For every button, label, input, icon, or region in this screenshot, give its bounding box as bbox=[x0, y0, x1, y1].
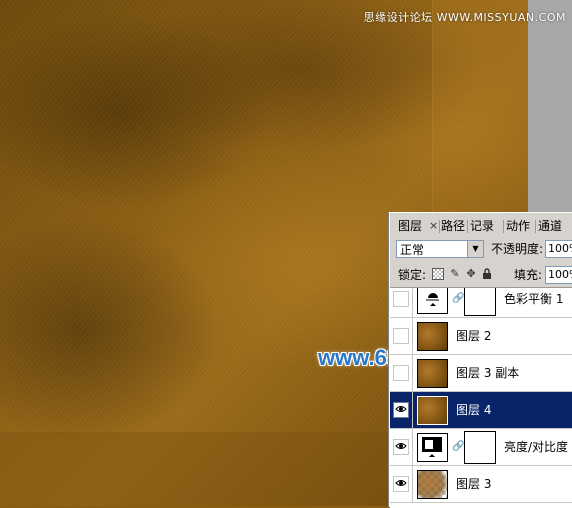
tab-paths[interactable]: 路径 bbox=[441, 217, 465, 235]
eye-icon bbox=[395, 443, 407, 449]
link-icon[interactable]: 🔗 bbox=[452, 441, 464, 452]
layers-panel: 图层 × 路径 记录 动作 通道 正常 ▼ 不透明度: 100% 锁定: ✎ ✥… bbox=[389, 212, 572, 508]
tab-divider bbox=[439, 220, 440, 233]
blend-opacity-row: 正常 ▼ 不透明度: 100% bbox=[394, 239, 572, 261]
layer-row-color-balance[interactable]: 🔗 色彩平衡 1 bbox=[390, 288, 572, 318]
eye-icon bbox=[395, 480, 407, 486]
layer-name: 亮度/对比度 bbox=[504, 440, 569, 454]
layer-row-layer-3-copy[interactable]: 图层 3 副本 bbox=[390, 355, 572, 392]
color-balance-icon bbox=[417, 288, 448, 314]
tab-divider bbox=[535, 220, 536, 233]
row-divider bbox=[412, 429, 413, 466]
row-divider bbox=[412, 288, 413, 318]
tab-layers[interactable]: 图层 bbox=[398, 217, 423, 235]
layer-row-layer-3[interactable]: 图层 3 bbox=[390, 466, 572, 503]
visibility-toggle[interactable] bbox=[393, 328, 409, 344]
layer-row-layer-2[interactable]: 图层 2 bbox=[390, 318, 572, 355]
visibility-toggle[interactable] bbox=[393, 402, 409, 418]
visibility-toggle[interactable] bbox=[393, 365, 409, 381]
layer-mask-thumbnail[interactable] bbox=[464, 288, 496, 316]
tab-history[interactable]: 记录 bbox=[470, 217, 494, 235]
layer-name: 色彩平衡 1 bbox=[504, 292, 564, 306]
layer-name: 图层 2 bbox=[456, 329, 492, 343]
lock-all-icon[interactable] bbox=[481, 268, 493, 280]
eye-icon bbox=[395, 406, 407, 412]
tab-actions[interactable]: 动作 bbox=[506, 217, 530, 235]
layer-thumbnail bbox=[417, 359, 448, 388]
layer-thumbnail bbox=[417, 396, 448, 425]
fill-input[interactable]: 100% bbox=[545, 266, 572, 284]
brightness-contrast-icon bbox=[417, 433, 448, 462]
panel-tabs: 图层 × 路径 记录 动作 通道 bbox=[390, 217, 572, 235]
layer-list: 🔗 色彩平衡 1 图层 2 图层 3 副本 图层 4 🔗 亮度/对比度 图层 3 bbox=[390, 287, 572, 508]
blend-mode-select[interactable]: 正常 ▼ bbox=[396, 240, 484, 258]
layer-mask-thumbnail[interactable] bbox=[464, 431, 496, 464]
row-divider bbox=[412, 355, 413, 392]
site-watermark: 思缘设计论坛 WWW.MISSYUAN.COM bbox=[363, 11, 566, 24]
fill-label: 填充: bbox=[514, 268, 543, 282]
lock-position-icon[interactable]: ✥ bbox=[465, 268, 477, 280]
tab-channels[interactable]: 通道 bbox=[538, 217, 562, 235]
opacity-label: 不透明度: bbox=[491, 242, 544, 256]
close-icon[interactable]: × bbox=[429, 217, 438, 235]
lock-image-icon[interactable]: ✎ bbox=[449, 268, 461, 280]
layer-row-brightness-contrast[interactable]: 🔗 亮度/对比度 bbox=[390, 429, 572, 466]
workspace-background bbox=[528, 0, 572, 212]
lock-label: 锁定: bbox=[398, 268, 427, 282]
visibility-toggle[interactable] bbox=[393, 439, 409, 455]
opacity-input[interactable]: 100% bbox=[545, 240, 572, 258]
blend-mode-value: 正常 bbox=[400, 243, 425, 257]
visibility-toggle[interactable] bbox=[393, 291, 409, 307]
layer-name: 图层 3 副本 bbox=[456, 366, 520, 380]
tab-divider bbox=[503, 220, 504, 233]
visibility-toggle[interactable] bbox=[393, 476, 409, 492]
row-divider bbox=[412, 392, 413, 429]
layer-thumbnail bbox=[417, 470, 448, 499]
link-icon[interactable]: 🔗 bbox=[452, 293, 464, 304]
chevron-down-icon[interactable]: ▼ bbox=[467, 241, 483, 257]
row-divider bbox=[412, 318, 413, 355]
tab-divider bbox=[467, 220, 468, 233]
layer-name: 图层 4 bbox=[456, 403, 492, 417]
layer-thumbnail bbox=[417, 322, 448, 351]
lock-fill-row: 锁定: ✎ ✥ 填充: 100% bbox=[394, 265, 572, 285]
lock-transparent-icon[interactable] bbox=[432, 268, 444, 280]
layer-row-layer-4[interactable]: 图层 4 bbox=[390, 392, 572, 429]
row-divider bbox=[412, 466, 413, 503]
layer-name: 图层 3 bbox=[456, 477, 492, 491]
